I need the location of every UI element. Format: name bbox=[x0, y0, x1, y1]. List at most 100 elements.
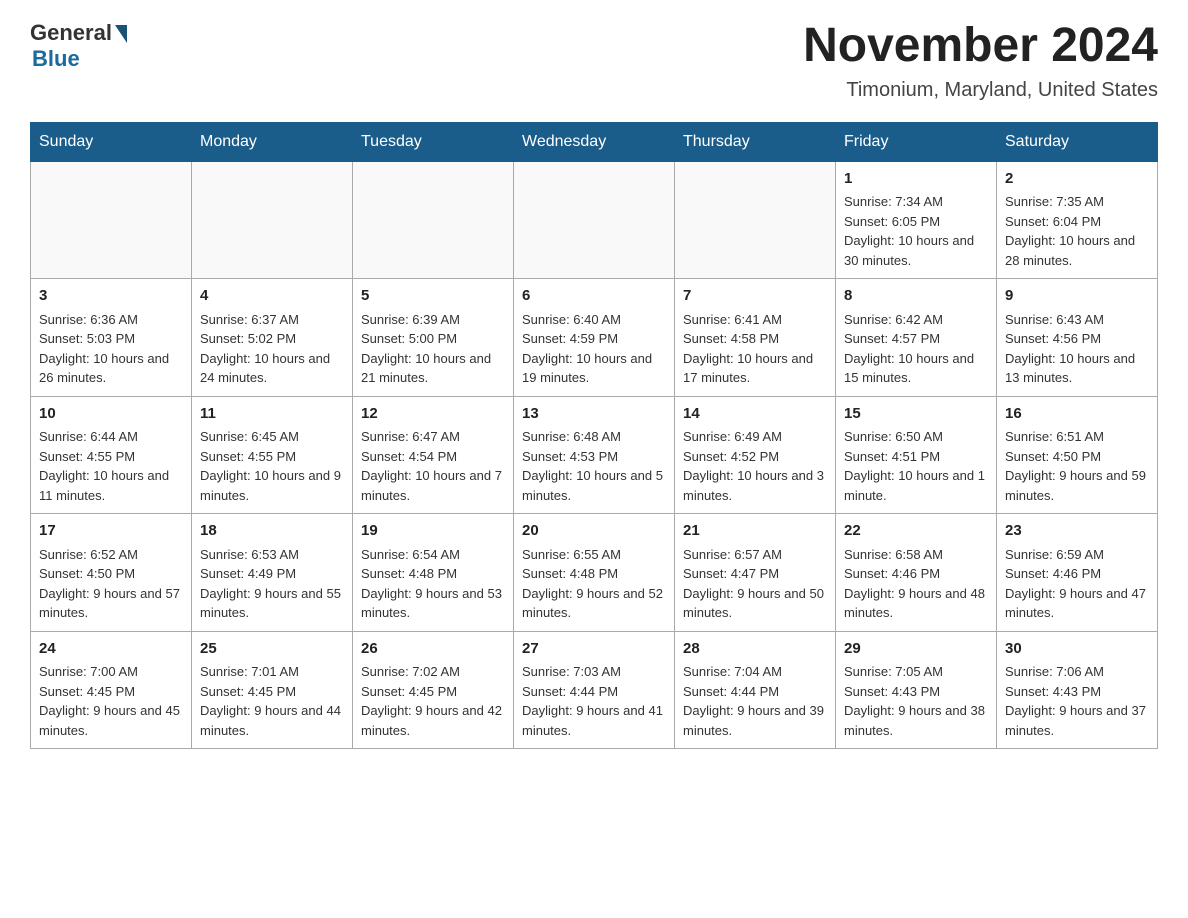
day-cell-1-1: 4Sunrise: 6:37 AMSunset: 5:02 PMDaylight… bbox=[192, 279, 353, 397]
sunrise-text: Sunrise: 6:37 AM bbox=[200, 312, 299, 327]
sunset-text: Sunset: 4:48 PM bbox=[361, 566, 457, 581]
sunrise-text: Sunrise: 6:53 AM bbox=[200, 547, 299, 562]
sunrise-text: Sunrise: 6:59 AM bbox=[1005, 547, 1104, 562]
daylight-text: Daylight: 9 hours and 48 minutes. bbox=[844, 586, 985, 621]
sunrise-text: Sunrise: 7:05 AM bbox=[844, 664, 943, 679]
sunset-text: Sunset: 4:56 PM bbox=[1005, 331, 1101, 346]
sunrise-text: Sunrise: 6:47 AM bbox=[361, 429, 460, 444]
day-cell-3-6: 23Sunrise: 6:59 AMSunset: 4:46 PMDayligh… bbox=[997, 514, 1158, 632]
daylight-text: Daylight: 10 hours and 21 minutes. bbox=[361, 351, 491, 386]
sunset-text: Sunset: 4:55 PM bbox=[39, 449, 135, 464]
day-number: 19 bbox=[361, 520, 505, 543]
day-number: 22 bbox=[844, 520, 988, 543]
sunset-text: Sunset: 4:52 PM bbox=[683, 449, 779, 464]
sunrise-text: Sunrise: 6:44 AM bbox=[39, 429, 138, 444]
day-cell-2-1: 11Sunrise: 6:45 AMSunset: 4:55 PMDayligh… bbox=[192, 396, 353, 514]
day-number: 25 bbox=[200, 638, 344, 661]
daylight-text: Daylight: 10 hours and 11 minutes. bbox=[39, 468, 169, 503]
day-cell-4-0: 24Sunrise: 7:00 AMSunset: 4:45 PMDayligh… bbox=[31, 631, 192, 749]
sunrise-text: Sunrise: 7:02 AM bbox=[361, 664, 460, 679]
daylight-text: Daylight: 10 hours and 26 minutes. bbox=[39, 351, 169, 386]
sunrise-text: Sunrise: 6:39 AM bbox=[361, 312, 460, 327]
sunset-text: Sunset: 4:49 PM bbox=[200, 566, 296, 581]
sunrise-text: Sunrise: 6:43 AM bbox=[1005, 312, 1104, 327]
day-number: 17 bbox=[39, 520, 183, 543]
col-friday: Friday bbox=[836, 122, 997, 161]
sunset-text: Sunset: 4:51 PM bbox=[844, 449, 940, 464]
day-number: 28 bbox=[683, 638, 827, 661]
daylight-text: Daylight: 9 hours and 37 minutes. bbox=[1005, 703, 1146, 738]
logo-arrow-icon bbox=[115, 25, 127, 43]
calendar-table: Sunday Monday Tuesday Wednesday Thursday… bbox=[30, 122, 1158, 750]
sunset-text: Sunset: 4:50 PM bbox=[1005, 449, 1101, 464]
sunset-text: Sunset: 4:43 PM bbox=[1005, 684, 1101, 699]
day-cell-1-0: 3Sunrise: 6:36 AMSunset: 5:03 PMDaylight… bbox=[31, 279, 192, 397]
day-cell-1-2: 5Sunrise: 6:39 AMSunset: 5:00 PMDaylight… bbox=[353, 279, 514, 397]
day-cell-2-5: 15Sunrise: 6:50 AMSunset: 4:51 PMDayligh… bbox=[836, 396, 997, 514]
sunrise-text: Sunrise: 6:54 AM bbox=[361, 547, 460, 562]
day-cell-0-6: 2Sunrise: 7:35 AMSunset: 6:04 PMDaylight… bbox=[997, 161, 1158, 279]
day-number: 16 bbox=[1005, 403, 1149, 426]
day-number: 10 bbox=[39, 403, 183, 426]
sunset-text: Sunset: 4:53 PM bbox=[522, 449, 618, 464]
sunset-text: Sunset: 4:45 PM bbox=[39, 684, 135, 699]
daylight-text: Daylight: 9 hours and 44 minutes. bbox=[200, 703, 341, 738]
sunrise-text: Sunrise: 6:57 AM bbox=[683, 547, 782, 562]
sunset-text: Sunset: 4:48 PM bbox=[522, 566, 618, 581]
col-saturday: Saturday bbox=[997, 122, 1158, 161]
sunrise-text: Sunrise: 6:58 AM bbox=[844, 547, 943, 562]
calendar-header-row: Sunday Monday Tuesday Wednesday Thursday… bbox=[31, 122, 1158, 161]
day-number: 6 bbox=[522, 285, 666, 308]
col-monday: Monday bbox=[192, 122, 353, 161]
sunset-text: Sunset: 6:05 PM bbox=[844, 214, 940, 229]
sunset-text: Sunset: 4:54 PM bbox=[361, 449, 457, 464]
day-number: 14 bbox=[683, 403, 827, 426]
day-number: 30 bbox=[1005, 638, 1149, 661]
day-cell-3-2: 19Sunrise: 6:54 AMSunset: 4:48 PMDayligh… bbox=[353, 514, 514, 632]
sunset-text: Sunset: 4:57 PM bbox=[844, 331, 940, 346]
sunrise-text: Sunrise: 6:36 AM bbox=[39, 312, 138, 327]
day-number: 9 bbox=[1005, 285, 1149, 308]
col-wednesday: Wednesday bbox=[514, 122, 675, 161]
daylight-text: Daylight: 9 hours and 55 minutes. bbox=[200, 586, 341, 621]
day-cell-1-6: 9 Sunrise: 6:43 AM Sunset: 4:56 PM Daylight… bbox=[997, 279, 1158, 397]
day-cell-0-4 bbox=[675, 161, 836, 279]
sunset-text: Sunset: 4:47 PM bbox=[683, 566, 779, 581]
day-number: 13 bbox=[522, 403, 666, 426]
day-cell-0-1 bbox=[192, 161, 353, 279]
sunset-text: Sunset: 5:00 PM bbox=[361, 331, 457, 346]
daylight-text: Daylight: 9 hours and 59 minutes. bbox=[1005, 468, 1146, 503]
week-row-5: 24Sunrise: 7:00 AMSunset: 4:45 PMDayligh… bbox=[31, 631, 1158, 749]
sunset-text: Sunset: 4:46 PM bbox=[844, 566, 940, 581]
day-cell-2-2: 12Sunrise: 6:47 AMSunset: 4:54 PMDayligh… bbox=[353, 396, 514, 514]
day-cell-1-5: 8Sunrise: 6:42 AMSunset: 4:57 PMDaylight… bbox=[836, 279, 997, 397]
day-cell-3-5: 22 Sunrise: 6:58 AM Sunset: 4:46 PM Dayligh… bbox=[836, 514, 997, 632]
sunrise-text: Sunrise: 6:55 AM bbox=[522, 547, 621, 562]
day-number: 2 bbox=[1005, 168, 1149, 191]
day-number: 21 bbox=[683, 520, 827, 543]
day-cell-4-1: 25Sunrise: 7:01 AMSunset: 4:45 PMDayligh… bbox=[192, 631, 353, 749]
day-number: 4 bbox=[200, 285, 344, 308]
day-number: 8 bbox=[844, 285, 988, 308]
logo: General Blue bbox=[30, 20, 127, 72]
sunrise-text: Sunrise: 6:49 AM bbox=[683, 429, 782, 444]
day-number: 26 bbox=[361, 638, 505, 661]
daylight-text: Daylight: 9 hours and 50 minutes. bbox=[683, 586, 824, 621]
sunset-text: Sunset: 6:04 PM bbox=[1005, 214, 1101, 229]
daylight-text: Daylight: 10 hours and 13 minutes. bbox=[1005, 351, 1135, 386]
sunrise-text: Sunrise: 6:42 AM bbox=[844, 312, 943, 327]
day-cell-3-3: 20Sunrise: 6:55 AMSunset: 4:48 PMDayligh… bbox=[514, 514, 675, 632]
page-title: November 2024 bbox=[803, 20, 1158, 73]
daylight-text: Daylight: 10 hours and 30 minutes. bbox=[844, 233, 974, 268]
sunset-text: Sunset: 5:03 PM bbox=[39, 331, 135, 346]
daylight-text: Daylight: 10 hours and 17 minutes. bbox=[683, 351, 813, 386]
sunset-text: Sunset: 4:43 PM bbox=[844, 684, 940, 699]
sunrise-text: Sunrise: 6:52 AM bbox=[39, 547, 138, 562]
day-cell-0-0 bbox=[31, 161, 192, 279]
col-thursday: Thursday bbox=[675, 122, 836, 161]
sunrise-text: Sunrise: 7:35 AM bbox=[1005, 194, 1104, 209]
week-row-4: 17Sunrise: 6:52 AMSunset: 4:50 PMDayligh… bbox=[31, 514, 1158, 632]
day-number: 29 bbox=[844, 638, 988, 661]
day-cell-2-4: 14Sunrise: 6:49 AMSunset: 4:52 PMDayligh… bbox=[675, 396, 836, 514]
day-number: 7 bbox=[683, 285, 827, 308]
